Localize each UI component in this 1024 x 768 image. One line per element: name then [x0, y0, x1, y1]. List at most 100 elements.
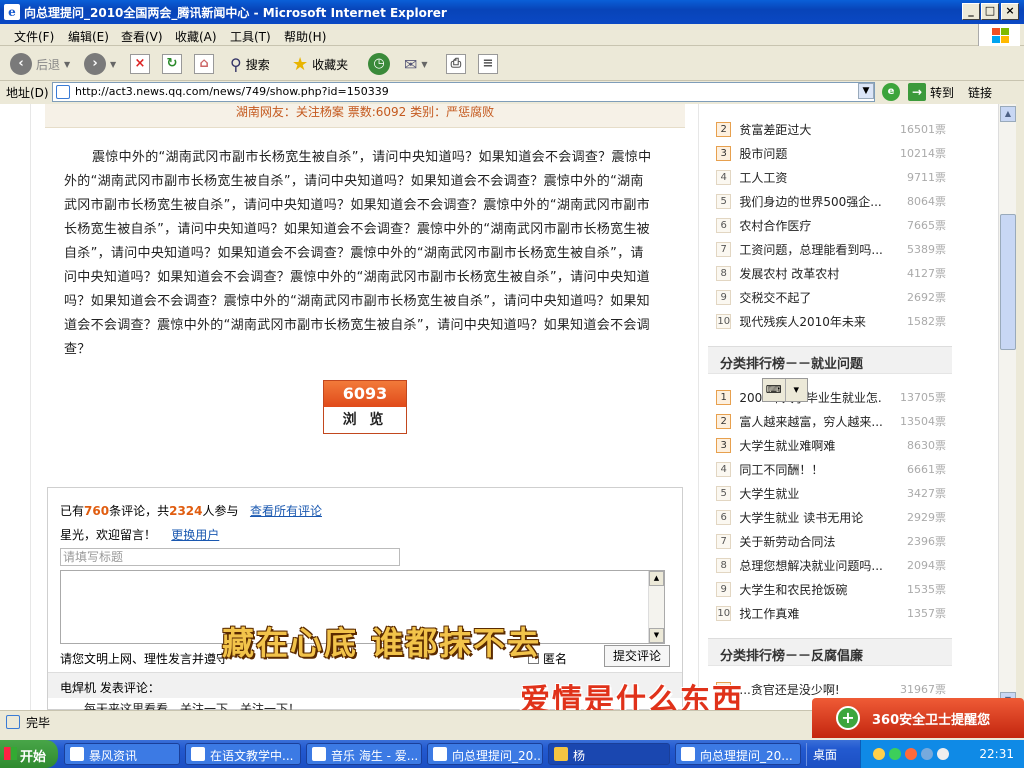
menu-edit[interactable]: 编辑(E) [68, 28, 109, 45]
column-divider-right [698, 104, 699, 710]
address-dropdown-icon[interactable]: ▼ [858, 83, 874, 99]
civility-notice: 请您文明上网、理性发言并遵守 [60, 652, 229, 666]
back-button[interactable]: ‹ 后退 ▼ [10, 52, 70, 76]
address-input[interactable]: http://act3.news.qq.com/news/749/show.ph… [52, 82, 875, 102]
ranking-row[interactable]: 7 关于新劳动合同法 2396票 [716, 529, 946, 553]
column-divider-left [30, 104, 31, 710]
menu-help[interactable]: 帮助(H) [284, 28, 326, 45]
views-counter: 6093 浏 览 [323, 380, 407, 434]
maximize-button[interactable]: □ [981, 3, 999, 20]
start-button[interactable]: 开始 [0, 740, 58, 768]
stop-button[interactable]: × [130, 52, 150, 76]
taskbar-item[interactable]: 音乐 海生 - 爱... [306, 743, 422, 765]
ie-icon [433, 747, 447, 761]
scroll-up-icon[interactable]: ▲ [649, 571, 664, 586]
welcome-line: 星光，欢迎留言！ 更换用户 [60, 528, 220, 542]
search-button[interactable]: ⚲ 搜索 [230, 52, 270, 76]
menu-file[interactable]: 文件(F) [14, 28, 54, 45]
taskbar-item[interactable]: 暴风资讯 [64, 743, 180, 765]
ranking-row[interactable]: 6 大学生就业 读书无用论 2929票 [716, 505, 946, 529]
ranking-row[interactable]: 5 我们身边的世界500强企... 8064票 [716, 189, 946, 213]
forward-button[interactable]: › ▼ [84, 52, 116, 76]
menu-bar: 文件(F) 编辑(E) 查看(V) 收藏(A) 工具(T) 帮助(H) [0, 24, 1024, 46]
standard-toolbar: ‹ 后退 ▼ › ▼ × ↻ ⌂ ⚲ 搜索 ★ 收藏夹 ◷ ✉ ▼ ⎙ ≡ [0, 47, 1024, 81]
ranking-row[interactable]: 8 发展农村 改革农村 4127票 [716, 261, 946, 285]
print-button[interactable]: ⎙ [446, 52, 466, 76]
scroll-up-icon[interactable]: ▲ [1000, 106, 1016, 122]
mail-icon: ✉ [404, 54, 418, 74]
question-body: 震惊中外的“湖南武冈市副市长杨宽生被自杀”，请问中央知道吗？如果知道会不会调查？… [64, 150, 652, 357]
ranking-row[interactable]: 1 2009年大学毕业生就业怎... 13705票 [716, 385, 946, 409]
forward-arrow-icon: › [84, 53, 106, 75]
comment-title-input[interactable]: 请填写标题 [60, 548, 400, 566]
favorites-button[interactable]: ★ 收藏夹 [292, 52, 348, 76]
360-plus-icon: + [836, 706, 860, 730]
status-text: 完毕 [26, 716, 51, 730]
scroll-thumb[interactable] [1000, 214, 1016, 350]
window-title: 向总理提问_2010全国两会_腾讯新闻中心 - Microsoft Intern… [24, 6, 447, 20]
participant-count: 2324 [169, 504, 203, 518]
taskbar-item[interactable]: 杨 [548, 743, 670, 765]
edit-button[interactable]: ≡ [478, 52, 498, 76]
first-comment-text: 每天来这里看看，关注一下，关注一下！ [84, 702, 301, 710]
go-button[interactable]: → 转到 [908, 82, 954, 102]
refresh-icon: ↻ [162, 54, 182, 74]
scroll-down-icon[interactable]: ▼ [649, 628, 664, 643]
mail-dropdown-icon[interactable]: ▼ [421, 60, 427, 69]
tray-icons[interactable] [873, 748, 949, 760]
minimize-button[interactable]: _ [962, 3, 980, 20]
printer-icon: ⎙ [446, 54, 466, 74]
menu-tools[interactable]: 工具(T) [230, 28, 271, 45]
menu-favorites[interactable]: 收藏(A) [175, 28, 217, 45]
floating-mini-toolbar[interactable]: ⌨ ▾ [762, 378, 808, 402]
taskbar-item[interactable]: 向总理提问_20... [427, 743, 543, 765]
ranking-row[interactable]: 4 工人工资 9711票 [716, 165, 946, 189]
links-button[interactable]: 链接 [968, 84, 992, 101]
ranking-row[interactable]: 9 大学生和农民抢饭碗 1535票 [716, 577, 946, 601]
edit-page-icon: ≡ [478, 54, 498, 74]
submit-comment-button[interactable]: 提交评论 [604, 645, 670, 667]
ie-window: e 向总理提问_2010全国两会_腾讯新闻中心 - Microsoft Inte… [0, 0, 1024, 768]
menu-view[interactable]: 查看(V) [121, 28, 163, 45]
address-label: 地址(D) [6, 86, 49, 100]
textarea-scrollbar[interactable]: ▲ ▼ [648, 571, 664, 643]
360-notification[interactable]: + 360安全卫士提醒您 [812, 698, 1024, 738]
ranking-row[interactable]: 2 富人越来越富，穷人越来... 13504票 [716, 409, 946, 433]
star-icon: ★ [292, 53, 309, 75]
close-button[interactable]: × [1001, 3, 1019, 20]
history-button[interactable]: ◷ [368, 52, 390, 76]
question-meta: 湖南网友：关注杨案 票数:6092 类别：严惩腐败 [45, 104, 685, 128]
ranking-row[interactable]: 3 大学生就业难啊难 8630票 [716, 433, 946, 457]
mini-dropdown-icon[interactable]: ▾ [786, 379, 808, 401]
refresh-button[interactable]: ↻ [162, 52, 182, 76]
ranking-row[interactable]: 7 工资问题，总理能看到吗... 5389票 [716, 237, 946, 261]
back-dropdown-icon[interactable]: ▼ [64, 60, 70, 69]
ranking-row[interactable]: 10 找工作真难 1357票 [716, 601, 946, 625]
app-icon [191, 747, 205, 761]
ranking-row[interactable]: 10 现代残疾人2010年未来 1582票 [716, 309, 946, 333]
clock: 22:31 [979, 747, 1014, 761]
view-all-comments-link[interactable]: 查看所有评论 [250, 504, 322, 518]
home-button[interactable]: ⌂ [194, 52, 214, 76]
comment-stats: 已有760条评论，共2324人参与 查看所有评论 [60, 504, 322, 518]
page-icon [56, 85, 70, 99]
views-count: 6093 [324, 381, 406, 407]
change-user-link[interactable]: 更换用户 [171, 528, 219, 542]
forward-dropdown-icon[interactable]: ▼ [110, 60, 116, 69]
360-shield-icon[interactable]: e [882, 83, 900, 101]
ranking-row[interactable]: 6 农村合作医疗 7665票 [716, 213, 946, 237]
keyboard-icon[interactable]: ⌨ [763, 379, 786, 401]
ranking-row[interactable]: 8 总理您想解决就业问题吗... 2094票 [716, 553, 946, 577]
mail-button[interactable]: ✉ ▼ [404, 52, 428, 76]
ranking-row[interactable]: 4 同工不同酬！！ 6661票 [716, 457, 946, 481]
taskbar-item[interactable]: 在语文教学中... [185, 743, 301, 765]
desktop-toolbar[interactable]: 桌面 [806, 743, 843, 766]
page-scrollbar[interactable]: ▲ ▼ [998, 104, 1016, 710]
views-label: 浏 览 [324, 407, 406, 433]
ranking-row[interactable]: 9 交税交不起了 2692票 [716, 285, 946, 309]
taskbar-item[interactable]: 向总理提问_20... [675, 743, 801, 765]
ranking-row[interactable]: 3 股市问题 10214票 [716, 141, 946, 165]
ranking-heading-anticorruption: 分类排行榜－－反腐倡廉 [708, 638, 952, 666]
ranking-row[interactable]: 2 贫富差距过大 16501票 [716, 117, 946, 141]
ranking-row[interactable]: 5 大学生就业 3427票 [716, 481, 946, 505]
